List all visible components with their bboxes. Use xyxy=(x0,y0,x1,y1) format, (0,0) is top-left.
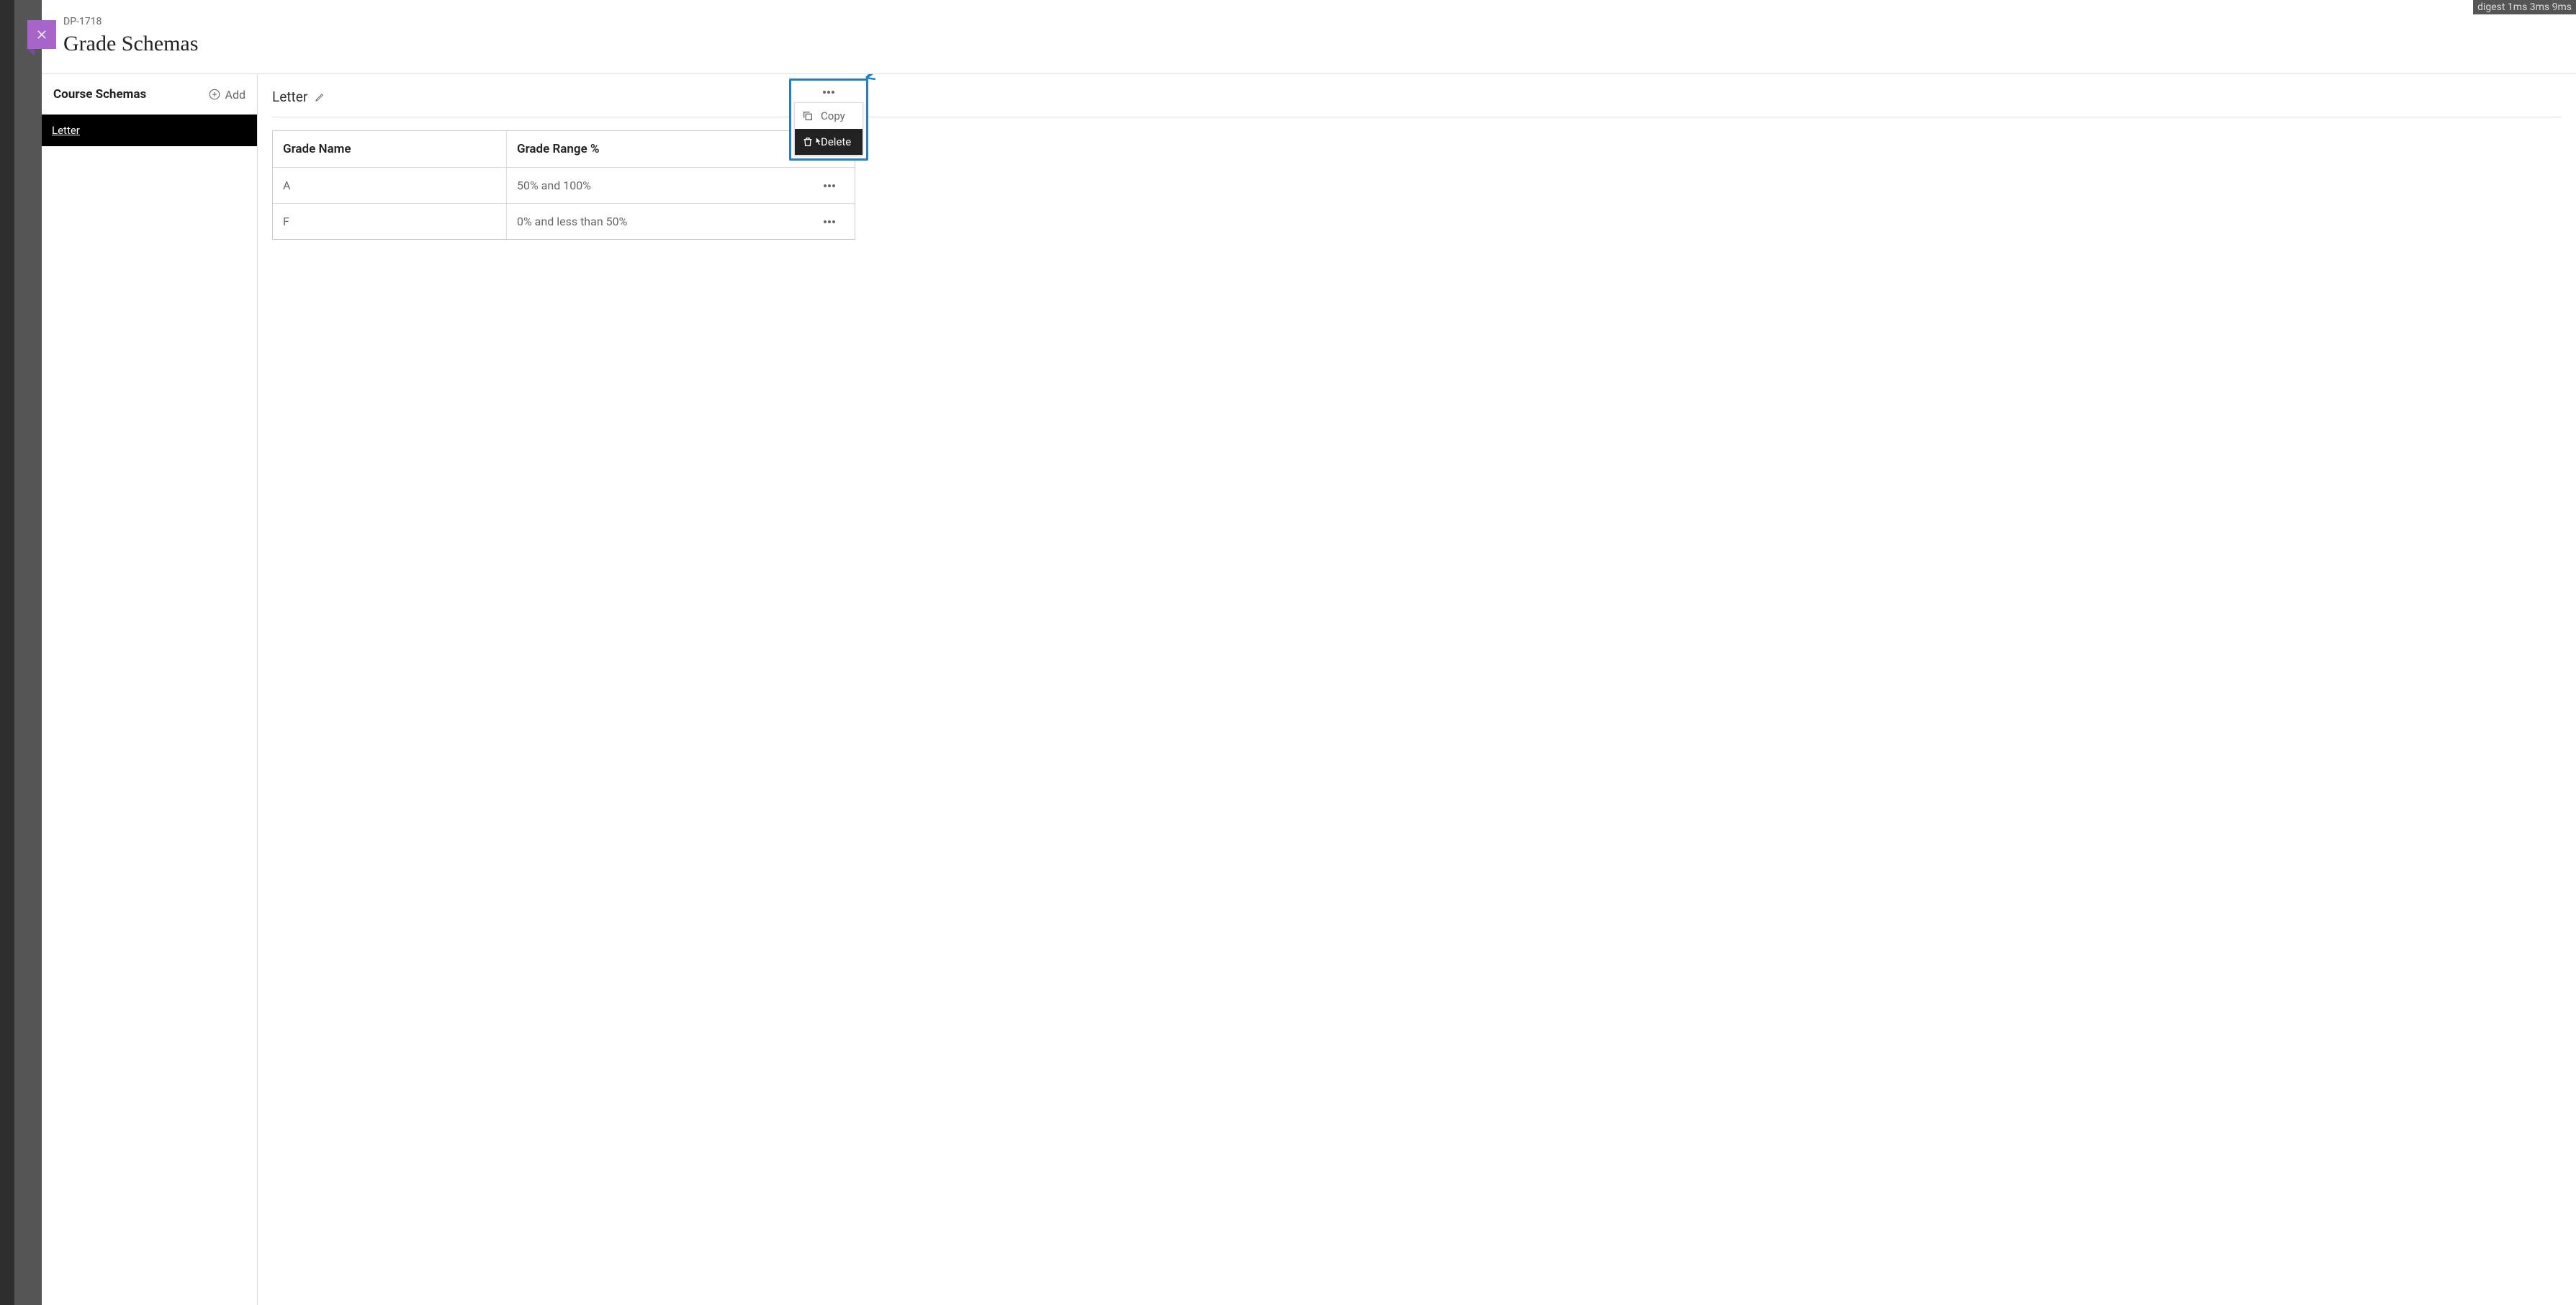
sidebar-title: Course Schemas xyxy=(53,87,146,102)
close-icon xyxy=(35,28,48,41)
grade-name-cell: A xyxy=(273,168,507,203)
dropdown-item-copy[interactable]: Copy xyxy=(795,103,863,129)
debug-timing-badge: digest 1ms 3ms 9ms xyxy=(2473,0,2576,14)
dot-icon xyxy=(827,91,830,94)
row-more-button[interactable] xyxy=(819,216,839,228)
schema-header: Letter xyxy=(272,89,2562,117)
add-label: Add xyxy=(225,88,246,102)
copy-icon xyxy=(802,110,814,122)
grade-table: Grade Name Grade Range % A 50% and 100% xyxy=(272,130,855,240)
dot-icon xyxy=(824,184,827,187)
grade-range-cell: 50% and 100% xyxy=(507,168,804,203)
edit-schema-name-button[interactable] xyxy=(315,91,325,102)
row-actions-cell xyxy=(804,168,855,203)
dot-icon xyxy=(824,220,827,223)
modal-header: DP-1718 Grade Schemas xyxy=(42,0,2576,74)
grade-schemas-modal: DP-1718 Grade Schemas Course Schemas Add… xyxy=(42,0,2576,1305)
row-more-button[interactable] xyxy=(819,180,839,192)
col-header-grade-name: Grade Name xyxy=(273,131,507,167)
copy-label: Copy xyxy=(821,109,845,122)
modal-body: Course Schemas Add Letter Letter xyxy=(42,74,2576,1305)
table-row: F 0% and less than 50% xyxy=(273,204,855,239)
plus-circle-icon xyxy=(208,88,221,101)
trash-icon xyxy=(802,136,814,148)
dot-icon xyxy=(832,220,835,223)
sidebar-header: Course Schemas Add xyxy=(42,74,257,115)
schema-more-button[interactable] xyxy=(791,81,866,99)
course-code: DP-1718 xyxy=(63,16,2554,27)
sidebar: Course Schemas Add Letter xyxy=(42,74,258,1305)
row-actions-cell xyxy=(804,204,855,239)
dot-icon xyxy=(832,91,834,94)
dropdown-menu: Copy Delete xyxy=(794,102,863,156)
close-button[interactable] xyxy=(27,20,56,49)
dot-icon xyxy=(823,91,826,94)
dot-icon xyxy=(828,220,831,223)
schema-more-dropdown: Copy Delete xyxy=(789,79,868,161)
table-header-row: Grade Name Grade Range % xyxy=(273,131,855,168)
pencil-icon xyxy=(315,91,325,102)
add-schema-button[interactable]: Add xyxy=(208,88,246,102)
delete-label: Delete xyxy=(821,135,851,148)
grade-range-cell: 0% and less than 50% xyxy=(507,204,804,239)
left-nav-inner xyxy=(14,0,42,1305)
schema-name: Letter xyxy=(272,89,307,105)
grade-name-cell: F xyxy=(273,204,507,239)
dot-icon xyxy=(828,184,831,187)
col-header-grade-range: Grade Range % xyxy=(507,131,804,167)
left-nav-strip xyxy=(0,0,42,1305)
dot-icon xyxy=(832,184,835,187)
main-content: Letter Grade Name Grade Range % A 50% an… xyxy=(258,74,2576,1305)
sidebar-item-letter[interactable]: Letter xyxy=(42,115,257,146)
table-row: A 50% and 100% xyxy=(273,168,855,204)
dropdown-item-delete[interactable]: Delete xyxy=(795,129,863,155)
page-title: Grade Schemas xyxy=(63,32,2554,56)
